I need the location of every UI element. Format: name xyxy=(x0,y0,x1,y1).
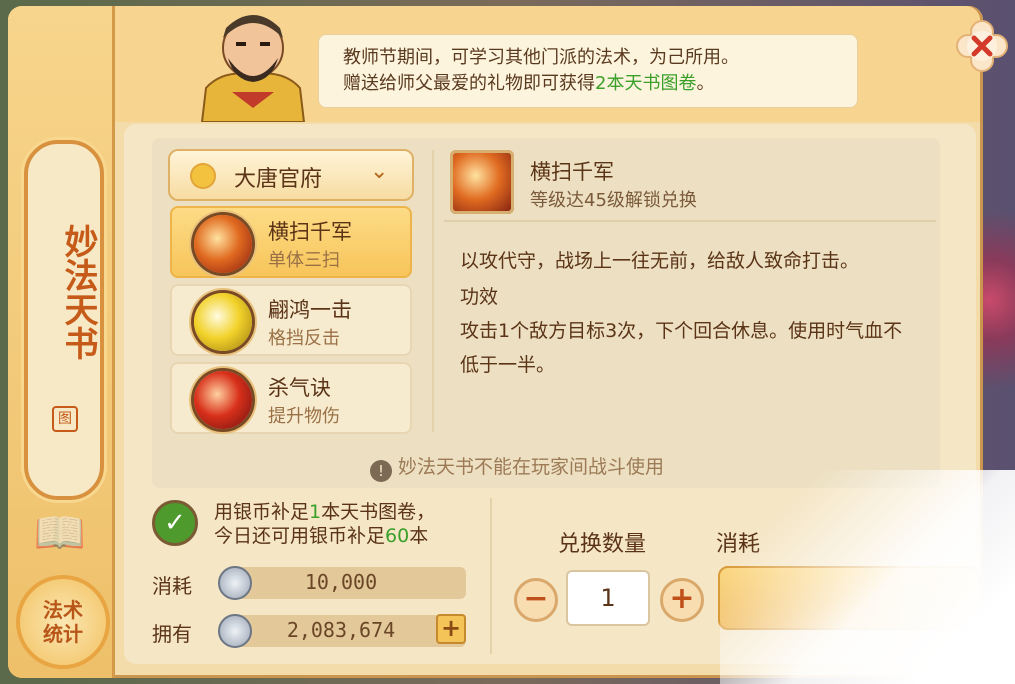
chevron-down-icon: ⌄ xyxy=(370,159,389,184)
skill-item[interactable]: 杀气诀 提升物伤 xyxy=(170,362,412,434)
increase-button[interactable]: + xyxy=(660,578,704,622)
panel-divider xyxy=(432,150,434,432)
sweep-skill-icon xyxy=(450,150,514,214)
own-value: 2,083,674 xyxy=(286,618,396,642)
skill-desc: 提升物伤 xyxy=(268,406,340,427)
detail-divider xyxy=(444,220,936,222)
hint-highlight: 2本天书图卷 xyxy=(595,73,697,94)
sect-dropdown-value: 大唐官府 xyxy=(234,167,323,192)
own-label: 拥有 xyxy=(152,622,192,646)
description-text: 以攻代守，战场上一往无前，给敌人致命打击。 xyxy=(460,250,860,272)
decrease-button[interactable]: − xyxy=(514,578,558,622)
skill-item[interactable]: 翩鸿一击 格挡反击 xyxy=(170,284,412,356)
cost-value: 10,000 xyxy=(304,570,378,594)
detail-unlock-text: 等级达45级解锁兑换 xyxy=(530,190,697,211)
skill-description: 以攻代守，战场上一往无前，给敌人致命打击。 功效 攻击1个敌方目标3次，下个回合… xyxy=(460,244,920,382)
hint-line-1: 教师节期间，可学习其他门派的法术，为己所用。 xyxy=(343,47,739,68)
seal-icon: 图 xyxy=(52,406,78,432)
exchange-button[interactable] xyxy=(718,566,980,630)
hint-line-2: 赠送给师父最爱的礼物即可获得2本天书图卷。 xyxy=(343,73,715,94)
silver-supplement-checkbox[interactable]: ✓ xyxy=(152,500,198,546)
effect-text: 攻击1个敌方目标3次，下个回合休息。使用时气血不低于一半。 xyxy=(460,320,903,376)
supplement-text: 用银币补足1本天书图卷， 今日还可用银币补足60本 xyxy=(214,501,436,547)
exchange-cost-label: 消耗 xyxy=(716,532,761,557)
skill-desc: 单体三扫 xyxy=(268,250,340,271)
spell-stats-label: 法术统计 xyxy=(43,598,83,646)
skill-desc: 格挡反击 xyxy=(268,328,340,349)
effect-title: 功效 xyxy=(460,286,499,308)
title-scroll: 妙法天书 图 xyxy=(24,140,104,500)
close-icon[interactable] xyxy=(954,18,1010,74)
skill-name: 翩鸿一击 xyxy=(268,298,352,322)
skill-name: 横扫千军 xyxy=(268,220,352,244)
sect-dropdown[interactable]: 大唐官府 ⌄ xyxy=(168,149,414,201)
sweep-skill-icon xyxy=(194,215,252,273)
rage-skill-icon xyxy=(194,371,252,429)
skill-item[interactable]: 横扫千军 单体三扫 xyxy=(170,206,412,278)
detail-skill-name: 横扫千军 xyxy=(530,160,614,184)
add-silver-button[interactable]: + xyxy=(436,614,466,644)
section-divider xyxy=(490,498,492,654)
quantity-input[interactable]: 1 xyxy=(566,570,650,626)
skill-name: 杀气诀 xyxy=(268,376,331,400)
warning-icon: ! xyxy=(370,460,392,482)
quantity-label: 兑换数量 xyxy=(558,532,647,557)
book-icon: 📖 xyxy=(33,508,87,557)
strike-skill-icon xyxy=(194,293,252,351)
hint-bubble: 教师节期间，可学习其他门派的法术，为己所用。 赠送给师父最爱的礼物即可获得2本天… xyxy=(318,34,858,108)
pvp-warning: ! 妙法天书不能在玩家间战斗使用 xyxy=(370,452,664,482)
npc-avatar xyxy=(200,15,306,122)
sect-emblem-icon xyxy=(190,163,216,189)
dialog-title: 妙法天书 xyxy=(58,224,98,360)
spell-stats-button[interactable]: 法术统计 xyxy=(16,575,110,669)
cost-label: 消耗 xyxy=(152,574,192,598)
